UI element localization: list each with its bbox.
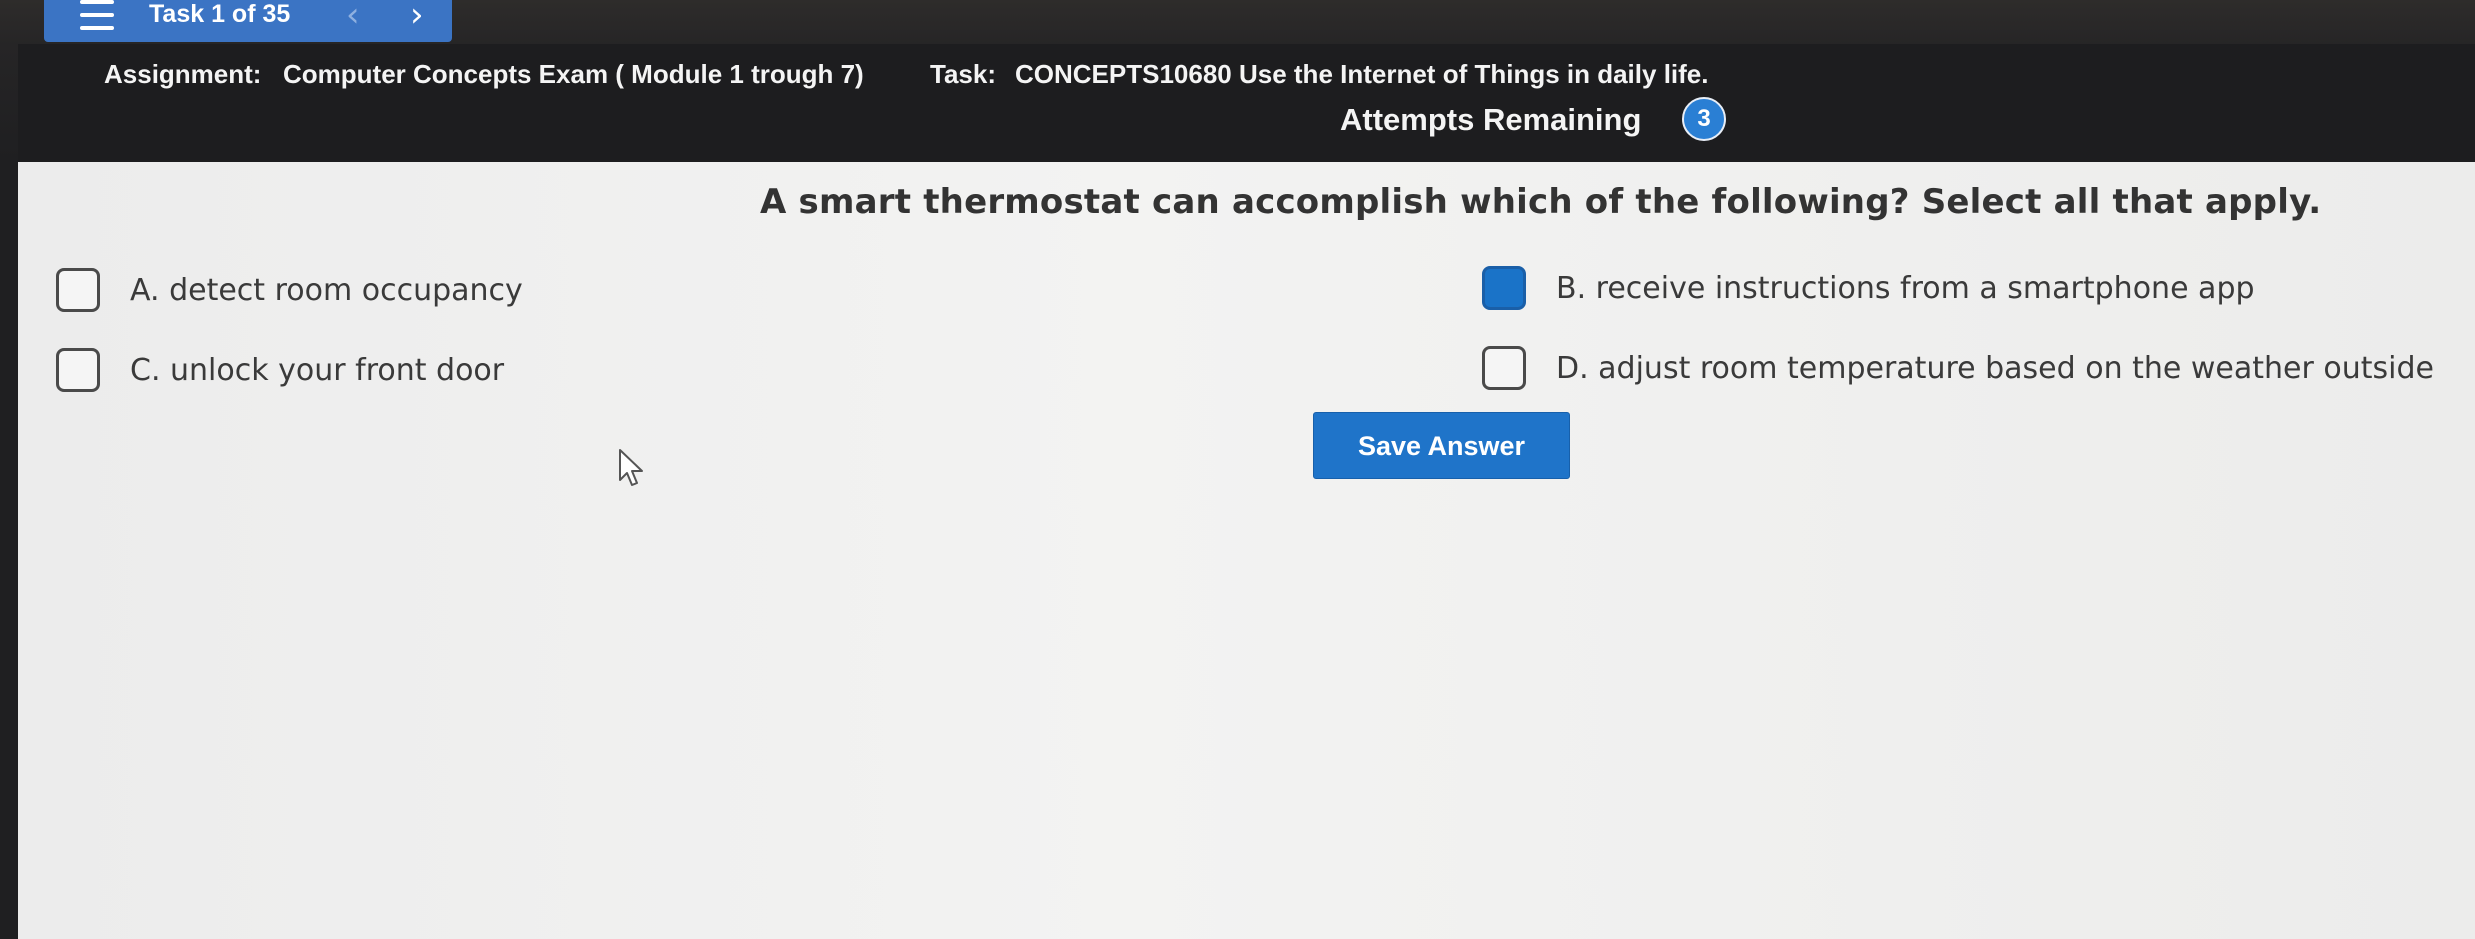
option-b[interactable]: B. receive instructions from a smartphon… — [1482, 266, 2255, 310]
hamburger-menu-icon[interactable] — [80, 0, 114, 30]
chevron-right-icon[interactable]: › — [410, 0, 424, 32]
option-d-checkbox[interactable] — [1482, 346, 1526, 390]
assignment-label: Assignment: — [104, 59, 262, 89]
option-c[interactable]: C. unlock your front door — [56, 348, 504, 392]
option-a[interactable]: A. detect room occupancy — [56, 268, 523, 312]
question-panel: A smart thermostat can accomplish which … — [18, 162, 2475, 939]
option-b-checkbox[interactable] — [1482, 266, 1526, 310]
task-label: Task: — [930, 59, 996, 89]
mouse-pointer-icon — [619, 449, 643, 486]
task-counter: Task 1 of 35 — [149, 0, 291, 28]
chevron-left-icon[interactable]: ‹ — [346, 0, 360, 32]
option-d[interactable]: D. adjust room temperature based on the … — [1482, 346, 2434, 390]
option-c-checkbox[interactable] — [56, 348, 100, 392]
attempts-remaining-label: Attempts Remaining — [1340, 102, 1642, 137]
assignment-header: Assignment: Computer Concepts Exam ( Mod… — [18, 44, 2475, 162]
exam-screen: Task 1 of 35 ‹ › Assignment: Computer Co… — [0, 0, 2475, 939]
option-b-label: B. receive instructions from a smartphon… — [1556, 270, 2255, 306]
task-title: CONCEPTS10680 Use the Internet of Things… — [1015, 59, 1709, 89]
question-text: A smart thermostat can accomplish which … — [760, 182, 2322, 222]
option-a-label: A. detect room occupancy — [130, 272, 523, 308]
attempts-count-badge: 3 — [1682, 97, 1726, 141]
assignment-title: Computer Concepts Exam ( Module 1 trough… — [283, 59, 864, 89]
option-d-label: D. adjust room temperature based on the … — [1556, 350, 2434, 386]
save-answer-button[interactable]: Save Answer — [1313, 412, 1570, 479]
task-navigation-bar: Task 1 of 35 ‹ › — [44, 0, 452, 42]
option-a-checkbox[interactable] — [56, 268, 100, 312]
option-c-label: C. unlock your front door — [130, 352, 505, 388]
